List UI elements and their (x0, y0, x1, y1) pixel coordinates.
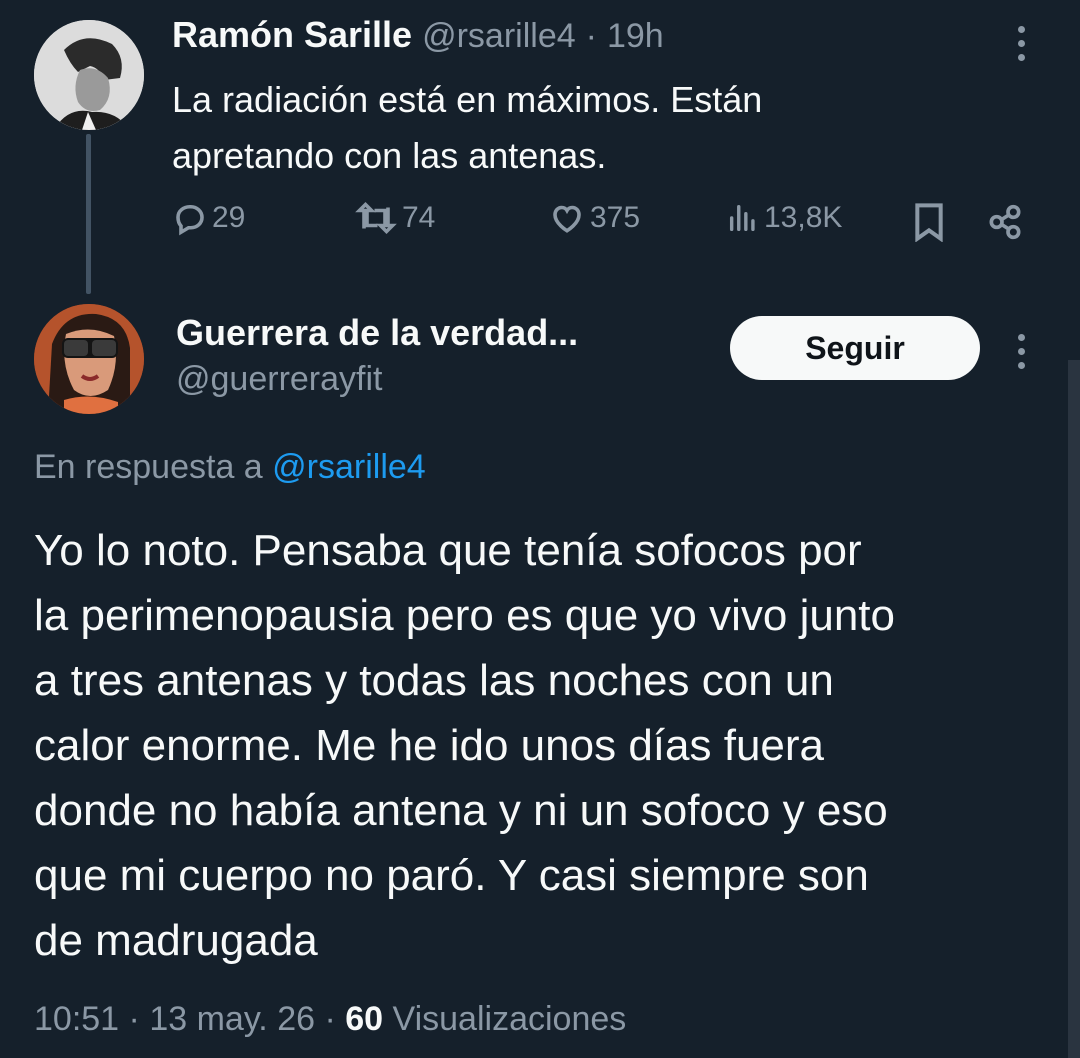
tweet-text-line: La radiación está en máximos. Están (172, 79, 763, 120)
more-icon[interactable] (1018, 334, 1025, 369)
meta-time[interactable]: 10:51 (34, 1000, 119, 1038)
more-icon[interactable] (1018, 26, 1025, 61)
author-handle[interactable]: @guerrerayfit (176, 360, 382, 399)
avatar-portrait (34, 304, 144, 414)
meta-views-label: Visualizaciones (392, 1000, 627, 1038)
avatar[interactable] (34, 20, 144, 130)
share-icon (989, 204, 1021, 240)
separator-dot: · (585, 17, 597, 55)
tweet-text: La radiación está en máximos. Están apre… (172, 72, 762, 184)
views-button[interactable]: 13,8K (726, 200, 842, 236)
reply-context-handle[interactable]: @rsarille4 (272, 448, 426, 486)
author-name[interactable]: Ramón Sarille (172, 14, 412, 56)
retweet-icon (355, 201, 397, 235)
reply-body-line: calor enorme. Me he ido unos días fuera (34, 721, 825, 770)
avatar-portrait (34, 20, 144, 130)
meta-separator: · (128, 1000, 140, 1038)
retweet-button[interactable]: 74 (354, 200, 435, 236)
reply-icon (176, 204, 204, 236)
scrollbar[interactable] (1068, 360, 1080, 1058)
meta-views-count: 60 (345, 1000, 384, 1038)
meta-date[interactable]: 13 may. 26 (149, 1000, 315, 1038)
reply-body-line: la perimenopausia pero es que yo vivo ju… (34, 591, 895, 640)
retweet-count: 74 (402, 201, 436, 234)
bookmark-icon (915, 203, 943, 243)
reply-body-line: que mi cuerpo no paró. Y casi siempre so… (34, 851, 869, 900)
views-icon (729, 204, 755, 232)
reply-body-line: donde no había antena y ni un sofoco y e… (34, 786, 888, 835)
thread-line (86, 134, 91, 294)
reply-body-line: a tres antenas y todas las noches con un (34, 656, 834, 705)
reply-body-line: de madrugada (34, 916, 318, 965)
avatar[interactable] (34, 304, 144, 414)
reply-context: En respuesta a @rsarille4 (34, 448, 426, 487)
author-name[interactable]: Guerrera de la verdad... (176, 312, 578, 354)
reply-button[interactable]: 29 (172, 200, 245, 236)
like-icon (553, 205, 581, 233)
share-button[interactable] (984, 202, 1026, 247)
reply-body-line: Yo lo noto. Pensaba que tenía sofocos po… (34, 526, 862, 575)
like-button[interactable]: 375 (548, 200, 640, 236)
author-handle[interactable]: @rsarille4 (422, 17, 576, 56)
follow-button[interactable]: Seguir (730, 316, 980, 380)
meta-separator: · (324, 1000, 336, 1038)
reply-context-prefix: En respuesta a (34, 448, 263, 486)
reply-body: Yo lo noto. Pensaba que tenía sofocos po… (34, 518, 895, 973)
views-count: 13,8K (764, 201, 843, 234)
like-count: 375 (590, 201, 641, 234)
tweet-text-line: apretando con las antenas. (172, 135, 607, 176)
reply-count: 29 (212, 201, 246, 234)
bookmark-button[interactable] (912, 202, 946, 247)
tweet-meta: 10:51 · 13 may. 26 · 60 Visualizaciones (34, 1000, 626, 1039)
tweet-time[interactable]: 19h (607, 17, 664, 56)
